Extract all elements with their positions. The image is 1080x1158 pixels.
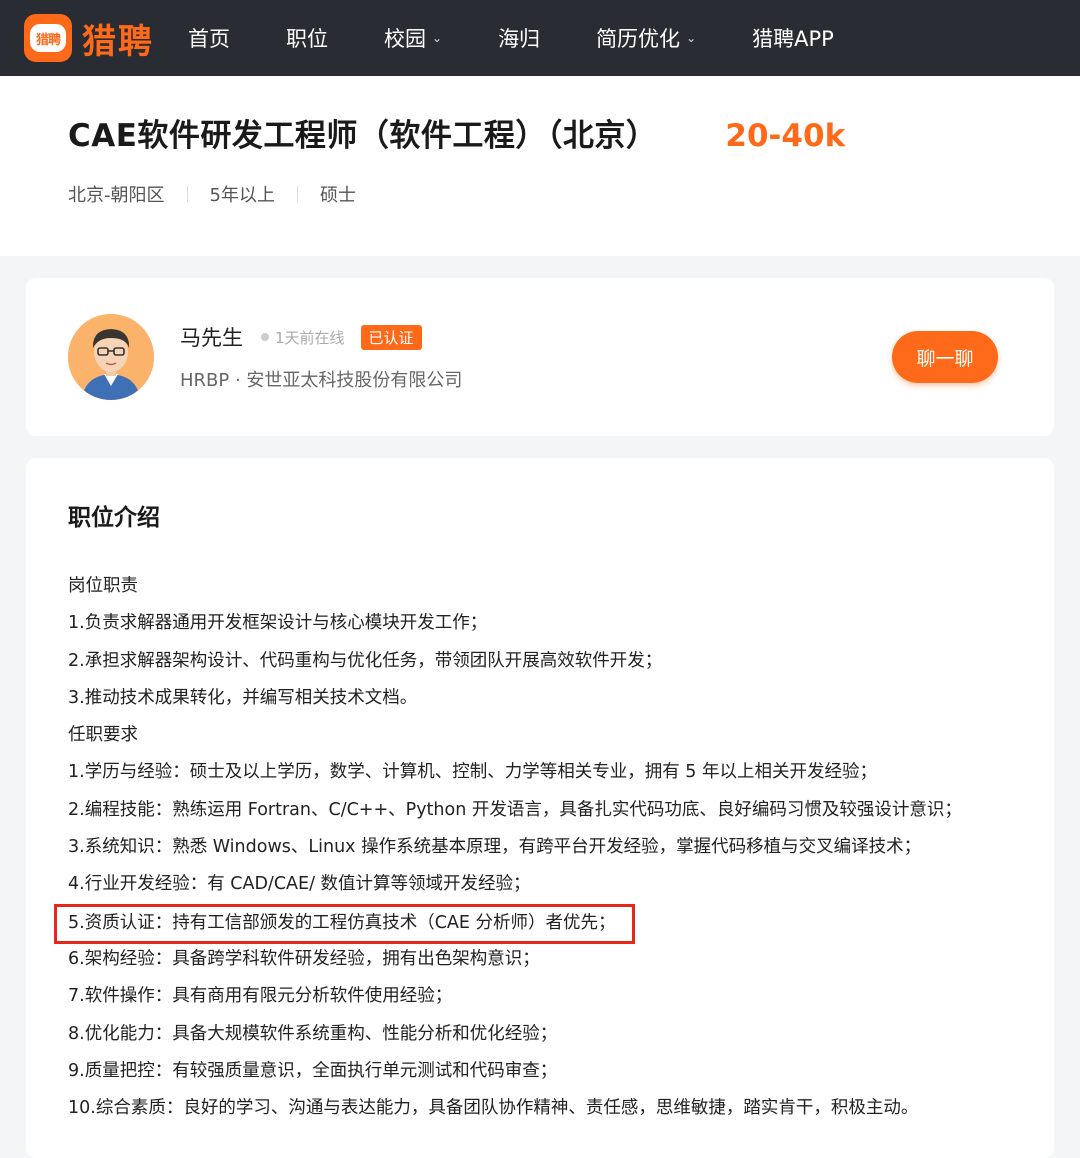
- nav-item-campus[interactable]: 校园 ⌄: [384, 23, 442, 53]
- section-heading: 职位介绍: [68, 505, 160, 531]
- main-nav: 首页 职位 校园 ⌄ 海归 简历优化 ⌄ 猎聘APP: [188, 23, 890, 53]
- description-text: 6.架构经验：具备跨学科软件研发经验，拥有出色架构意识；: [68, 948, 540, 969]
- recruiter-name: 马先生: [180, 326, 243, 350]
- description-line: 9.质量把控：有较强质量意识，全面执行单元测试和代码审查；: [68, 1053, 1012, 1090]
- divider: [296, 186, 298, 202]
- description-line: 1.负责求解器通用开发框架设计与核心模块开发工作；: [68, 605, 1012, 642]
- job-title: CAE软件研发工程师（软件工程）（北京）: [68, 118, 658, 154]
- divider: [186, 186, 188, 202]
- description-text: 岗位职责: [68, 576, 138, 596]
- description-text: 1.负责求解器通用开发框架设计与核心模块开发工作；: [68, 613, 488, 634]
- chevron-down-icon: ⌄: [432, 31, 443, 45]
- nav-item-home[interactable]: 首页: [188, 23, 230, 53]
- description-line: 6.架构经验：具备跨学科软件研发经验，拥有出色架构意识；: [68, 941, 1012, 978]
- recruiter-name-row: 马先生 1天前在线 已认证: [180, 322, 462, 352]
- description-text: 9.质量把控：有较强质量意识，全面执行单元测试和代码审查；: [68, 1060, 558, 1081]
- job-education: 硕士: [319, 185, 356, 206]
- job-title-row: CAE软件研发工程师（软件工程）（北京） 20-40k: [68, 76, 1012, 155]
- chat-button[interactable]: 聊一聊: [892, 331, 998, 383]
- verified-badge: 已认证: [360, 324, 422, 350]
- nav-item-app[interactable]: 猎聘APP: [752, 23, 834, 53]
- description-line: 3.系统知识：熟悉 Windows、Linux 操作系统基本原理，有跨平台开发经…: [68, 829, 1012, 866]
- description-line: 3.推动技术成果转化，并编写相关技术文档。: [68, 680, 1012, 717]
- description-line: 7.软件操作：具有商用有限元分析软件使用经验；: [68, 978, 1012, 1015]
- description-text: 3.推动技术成果转化，并编写相关技术文档。: [68, 687, 418, 708]
- description-text: 任职要求: [68, 725, 138, 746]
- job-experience: 5年以上: [209, 185, 275, 206]
- job-header: CAE软件研发工程师（软件工程）（北京） 20-40k 北京-朝阳区 5年以上 …: [0, 76, 1080, 256]
- description-text: 1.学历与经验：硕士及以上学历，数学、计算机、控制、力学等相关专业，拥有 5 年…: [68, 762, 877, 783]
- nav-label: 猎聘APP: [752, 27, 834, 51]
- online-status: 1天前在线: [275, 328, 345, 347]
- avatar-illustration: [68, 314, 154, 400]
- nav-label: 职位: [286, 27, 328, 51]
- description-text: 2.承担求解器架构设计、代码重构与优化任务，带领团队开展高效软件开发；: [68, 650, 663, 671]
- description-line: 4.行业开发经验：有 CAD/CAE/ 数值计算等领域开发经验；: [68, 866, 1012, 903]
- liepin-logo-icon[interactable]: 猎聘: [24, 14, 72, 62]
- top-navigation-bar: 猎聘 猎聘 首页 职位 校园 ⌄ 海归 简历优化 ⌄ 猎聘APP: [0, 0, 1080, 76]
- description-text: 3.系统知识：熟悉 Windows、Linux 操作系统基本原理，有跨平台开发经…: [68, 837, 922, 858]
- nav-label: 校园: [384, 27, 426, 51]
- description-line: 2.承担求解器架构设计、代码重构与优化任务，带领团队开展高效软件开发；: [68, 643, 1012, 680]
- avatar[interactable]: [68, 314, 154, 400]
- description-text: 2.编程技能：熟练运用 Fortran、C/C++、Python 开发语言，具备…: [68, 799, 962, 820]
- description-line: 1.学历与经验：硕士及以上学历，数学、计算机、控制、力学等相关专业，拥有 5 年…: [68, 754, 1012, 791]
- nav-label: 首页: [188, 27, 230, 51]
- job-tags: 北京-朝阳区 5年以上 硕士: [68, 181, 1012, 207]
- nav-label: 海归: [498, 27, 541, 51]
- online-status-dot-icon: [261, 333, 269, 341]
- recruiter-card: 马先生 1天前在线 已认证 HRBP · 安世亚太科技股份有限公司 聊一聊: [26, 278, 1054, 436]
- description-text: 7.软件操作：具有商用有限元分析软件使用经验；: [68, 986, 453, 1007]
- description-line: 5.资质认证：持有工信部颁发的工程仿真技术（CAE 分析师）者优先；: [54, 903, 1012, 944]
- description-text: 4.行业开发经验：有 CAD/CAE/ 数值计算等领域开发经验；: [68, 874, 531, 895]
- highlighted-requirement: 5.资质认证：持有工信部颁发的工程仿真技术（CAE 分析师）者优先；: [54, 903, 635, 944]
- description-text: 8.优化能力：具备大规模软件系统重构、性能分析和优化经验；: [68, 1023, 558, 1044]
- recruiter-title-company: HRBP · 安世亚太科技股份有限公司: [180, 370, 463, 391]
- description-text: 10.综合素质：良好的学习、沟通与表达能力，具备团队协作精神、责任感，思维敏捷，…: [68, 1098, 919, 1119]
- recruiter-info: 马先生 1天前在线 已认证 HRBP · 安世亚太科技股份有限公司: [180, 322, 462, 392]
- nav-label: 简历优化: [596, 27, 681, 51]
- logo-badge: 猎聘: [30, 24, 66, 52]
- salary: 20-40k: [725, 118, 846, 154]
- description-line: 2.编程技能：熟练运用 Fortran、C/C++、Python 开发语言，具备…: [68, 792, 1012, 829]
- description-lines: 岗位职责 1.负责求解器通用开发框架设计与核心模块开发工作； 2.承担求解器架构设计…: [54, 568, 1012, 1127]
- description-line: 10.综合素质：良好的学习、沟通与表达能力，具备团队协作精神、责任感，思维敏捷，…: [68, 1090, 1012, 1127]
- description-line: 岗位职责: [68, 568, 1012, 605]
- description-line: 8.优化能力：具备大规模软件系统重构、性能分析和优化经验；: [68, 1016, 1012, 1053]
- job-location: 北京-朝阳区: [68, 185, 165, 206]
- nav-item-jobs[interactable]: 职位: [286, 23, 328, 53]
- nav-item-overseas[interactable]: 海归: [498, 23, 540, 53]
- chevron-down-icon: ⌄: [686, 31, 697, 45]
- logo-text[interactable]: 猎聘: [82, 14, 154, 63]
- nav-item-resume-optimize[interactable]: 简历优化 ⌄: [596, 23, 696, 53]
- description-line: 任职要求: [68, 717, 1012, 754]
- job-description-card: 职位介绍 岗位职责 1.负责求解器通用开发框架设计与核心模块开发工作； 2.承担求解…: [26, 458, 1054, 1158]
